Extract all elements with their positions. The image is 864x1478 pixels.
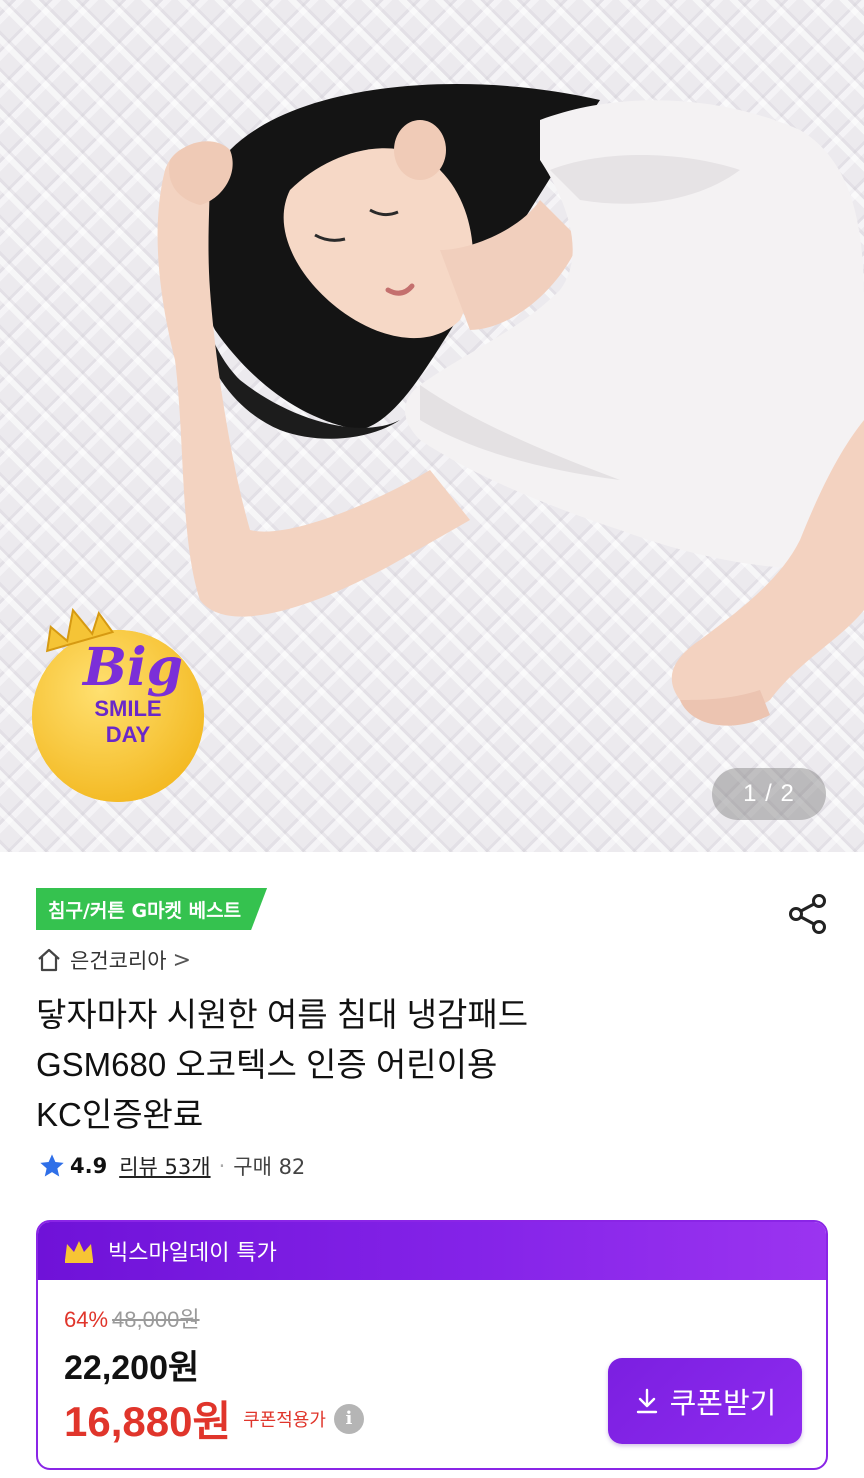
get-coupon-label: 쿠폰받기 xyxy=(669,1386,777,1420)
share-icon[interactable] xyxy=(786,892,830,936)
reviews-link[interactable]: 리뷰 53개 xyxy=(119,1151,210,1181)
product-title-line: GSM680 오코텍스 인증 어린이용 xyxy=(36,1046,498,1083)
original-price: 48,000원 xyxy=(112,1307,200,1332)
star-icon xyxy=(40,1154,64,1177)
purchase-count: 구매 82 xyxy=(233,1155,306,1179)
category-best-tag[interactable]: 침구/커튼 G마켓 베스트 xyxy=(36,888,267,930)
rating-row: 4.9 리뷰 53개 · 구매 82 xyxy=(38,1148,305,1184)
chevron-right-icon: > xyxy=(172,947,192,973)
info-icon[interactable]: i xyxy=(333,1403,364,1434)
store-link[interactable]: 은건코리아 > xyxy=(36,942,191,978)
deal-box: 빅스마일데이 특가 64% 48,000원 22,200원 16,880원 쿠폰… xyxy=(36,1220,828,1470)
crown-icon xyxy=(65,1241,93,1263)
coupon-price: 16,880원 xyxy=(64,1398,232,1445)
deal-header: 빅스마일데이 특가 xyxy=(38,1222,826,1280)
home-icon xyxy=(38,948,60,972)
product-image-carousel[interactable]: Big SMILE DAY 1 / 2 xyxy=(0,0,864,852)
download-icon xyxy=(636,1388,657,1414)
get-coupon-button[interactable]: 쿠폰받기 xyxy=(608,1358,802,1444)
store-name: 은건코리아 xyxy=(70,949,167,973)
product-title: 닿자마자 시원한 여름 침대 냉감패드 GSM680 오코텍스 인증 어린이용 … xyxy=(36,990,836,1140)
product-title-line: 닿자마자 시원한 여름 침대 냉감패드 xyxy=(36,996,529,1033)
coupon-applied-label: 쿠폰적용가 xyxy=(243,1409,326,1431)
discount-row: 64% 48,000원 xyxy=(64,1302,200,1334)
rating-score: 4.9 xyxy=(70,1154,108,1178)
big-smile-day-badge xyxy=(32,607,204,802)
coupon-price-row: 16,880원 쿠폰적용가 i xyxy=(64,1388,364,1449)
product-title-line: KC인증완료 xyxy=(36,1096,204,1133)
image-counter: 1 / 2 xyxy=(712,768,826,820)
sale-price: 22,200원 xyxy=(64,1349,200,1387)
separator-dot: · xyxy=(218,1154,226,1178)
deal-title: 빅스마일데이 특가 xyxy=(108,1241,277,1266)
discount-percent: 64% xyxy=(64,1307,109,1332)
